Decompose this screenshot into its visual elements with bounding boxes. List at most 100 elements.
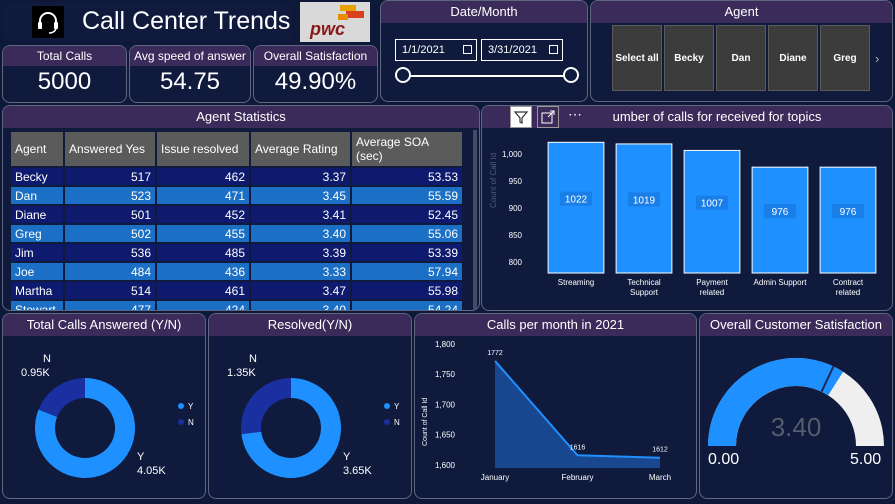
column-header[interactable]: Agent	[11, 132, 63, 166]
table-cell: 452	[157, 206, 249, 223]
calendar-icon[interactable]	[463, 45, 472, 54]
y-tick-label: 1,700	[435, 400, 456, 409]
x-tick-label: Payment	[696, 278, 728, 287]
panel-title: Overall Customer Satisfaction	[700, 314, 892, 336]
table-cell: 53.53	[352, 168, 462, 185]
column-header[interactable]: Average SOA (sec)	[352, 132, 462, 166]
table-cell: 55.06	[352, 225, 462, 242]
agent-statistics-table: Agent Answered Yes Issue resolved Averag…	[9, 130, 464, 310]
focus-mode-icon[interactable]	[537, 106, 559, 128]
table-cell: 55.98	[352, 282, 462, 299]
calendar-icon[interactable]	[549, 45, 558, 54]
table-cell: 462	[157, 168, 249, 185]
agent-button-dan[interactable]: Dan	[716, 25, 766, 91]
gauge-max: 5.00	[850, 451, 881, 468]
chevron-right-icon[interactable]: ›	[875, 51, 879, 66]
table-cell: 514	[65, 282, 155, 299]
table-row[interactable]: Becky 517 462 3.37 53.53	[11, 168, 462, 185]
legend-label: Y	[394, 402, 400, 411]
range-end-handle[interactable]	[563, 67, 579, 83]
kpi-label: Avg speed of answer	[130, 46, 250, 66]
filter-icon[interactable]	[510, 106, 532, 128]
bar	[615, 143, 673, 274]
gauge-value: 3.40	[771, 412, 822, 442]
y-tick-label: 1,750	[435, 370, 456, 379]
table-cell: Joe	[11, 263, 63, 280]
pwc-logo: pwc	[300, 2, 370, 42]
table-cell: 502	[65, 225, 155, 242]
table-cell: 53.39	[352, 244, 462, 261]
data-label: 1612	[652, 447, 668, 454]
agent-button-select-all[interactable]: Select all	[612, 25, 662, 91]
more-options-icon[interactable]: ⋯	[564, 106, 586, 128]
table-cell: 3.33	[251, 263, 350, 280]
end-date-input[interactable]: 3/31/2021	[481, 39, 563, 61]
kpi-label: Total Calls	[3, 46, 126, 66]
table-row[interactable]: Diane 501 452 3.41 52.45	[11, 206, 462, 223]
agent-button-diane[interactable]: Diane	[768, 25, 818, 91]
topics-bar-chart: Count of Call Id 800 850 900 950 1,000 1022 St…	[489, 141, 877, 297]
y-tick-label: 1,800	[435, 340, 456, 349]
table-cell: 501	[65, 206, 155, 223]
table-row[interactable]: Dan 523 471 3.45 55.59	[11, 187, 462, 204]
table-row[interactable]: Joe 484 436 3.33 57.94	[11, 263, 462, 280]
table-cell: 484	[65, 263, 155, 280]
table-cell: Diane	[11, 206, 63, 223]
panel-title: Calls per month in 2021	[415, 314, 696, 336]
x-tick-label: Admin Support	[754, 278, 808, 287]
table-cell: Jim	[11, 244, 63, 261]
agent-button-becky[interactable]: Becky	[664, 25, 714, 91]
legend-label: N	[188, 418, 194, 427]
table-cell: 517	[65, 168, 155, 185]
x-tick-label: related	[836, 288, 860, 297]
end-date-value: 3/31/2021	[488, 44, 537, 56]
table-scrollbar[interactable]	[473, 130, 477, 310]
y-tick-label: 1,000	[502, 150, 523, 159]
resolved-donut-chart: N1.35KY3.65KYN	[227, 353, 400, 478]
column-header[interactable]: Answered Yes	[65, 132, 155, 166]
bar	[683, 149, 741, 274]
data-label: 1007	[701, 199, 724, 210]
slicer-title: Date/Month	[381, 1, 587, 23]
answered-donut-panel: Total Calls Answered (Y/N) N 0.95K Y 4.05K Y…	[2, 313, 206, 499]
area-fill	[495, 360, 660, 468]
bar	[751, 166, 809, 274]
y-tick-label: 800	[509, 258, 523, 267]
column-header[interactable]: Average Rating	[251, 132, 350, 166]
legend-swatch	[178, 403, 184, 409]
table-cell: 523	[65, 187, 155, 204]
table-cell: 3.40	[251, 225, 350, 242]
table-cell: 3.41	[251, 206, 350, 223]
table-cell: 3.47	[251, 282, 350, 299]
x-tick-label: Streaming	[558, 278, 594, 287]
table-cell: 3.39	[251, 244, 350, 261]
date-range-track	[403, 75, 573, 77]
x-tick-label: January	[481, 473, 509, 482]
table-cell: Stewart	[11, 301, 63, 310]
page-title: Call Center Trends	[82, 7, 291, 35]
kpi-value: 5000	[37, 68, 92, 95]
table-cell: 536	[65, 244, 155, 261]
x-tick-label: Support	[630, 288, 659, 297]
table-cell: Becky	[11, 168, 63, 185]
column-header[interactable]: Issue resolved	[157, 132, 249, 166]
table-cell: Dan	[11, 187, 63, 204]
range-start-handle[interactable]	[395, 67, 411, 83]
x-tick-label: February	[561, 473, 593, 482]
kpi-total-calls: Total Calls 5000	[2, 45, 127, 103]
resolved-donut-panel: Resolved(Y/N) N 1.35K Y 3.65K Y N	[208, 313, 412, 499]
table-row[interactable]: Stewart 477 424 3.40 54.24	[11, 301, 462, 310]
legend-label: N	[394, 418, 400, 427]
table-row[interactable]: Greg 502 455 3.40 55.06	[11, 225, 462, 242]
table-row[interactable]: Martha 514 461 3.47 55.98	[11, 282, 462, 299]
start-date-input[interactable]: 1/1/2021	[395, 39, 477, 61]
kpi-value: 54.75	[159, 68, 221, 95]
table-cell: 436	[157, 263, 249, 280]
table-row[interactable]: Jim 536 485 3.39 53.39	[11, 244, 462, 261]
data-label: 1616	[570, 444, 586, 451]
agent-button-greg[interactable]: Greg	[820, 25, 870, 91]
monthly-chart-panel: Calls per month in 2021 Count of Call Id…	[414, 313, 697, 499]
y-axis-label: Count of Call Id	[489, 153, 498, 208]
table-cell: 461	[157, 282, 249, 299]
legend-swatch	[384, 403, 390, 409]
